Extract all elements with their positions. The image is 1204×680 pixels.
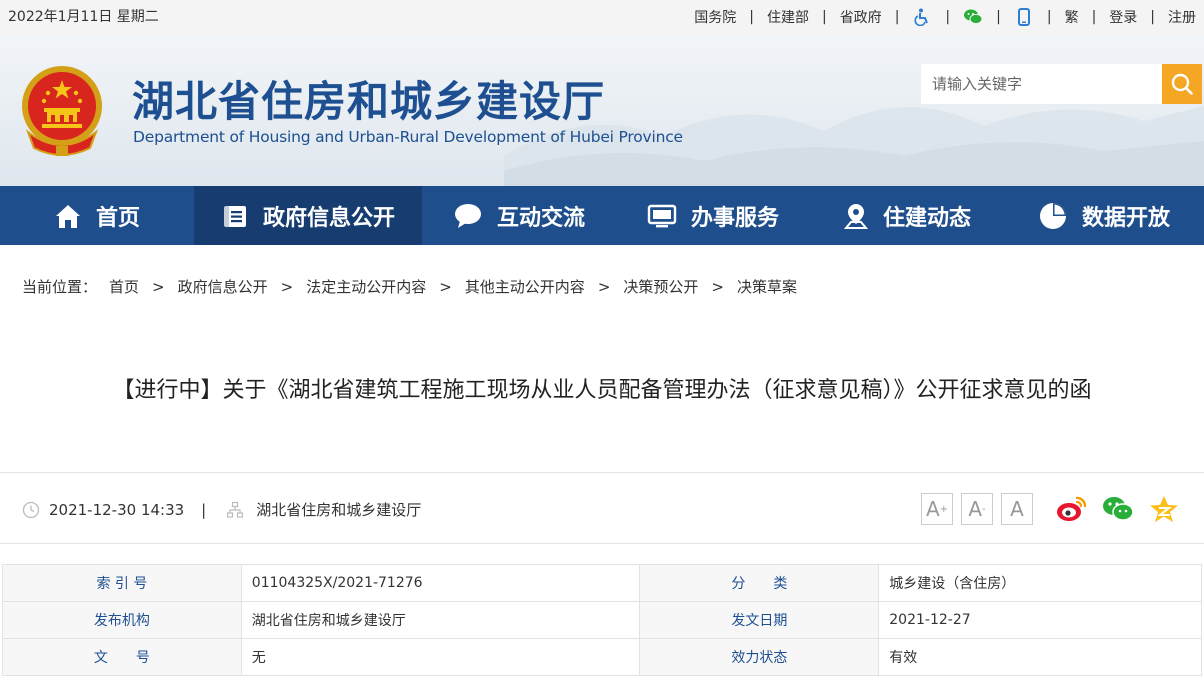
- mountain-background: [504, 106, 1204, 186]
- publisher-label: 发布机构: [2, 601, 242, 639]
- qzone-share-button[interactable]: [1148, 493, 1180, 525]
- issue-date-value: 2021-12-27: [878, 601, 1202, 639]
- breadcrumb-home[interactable]: 首页: [109, 276, 139, 297]
- link-state-council[interactable]: 国务院: [694, 7, 736, 27]
- publish-source: 湖北省住房和城乡建设厅: [256, 501, 422, 519]
- validity-label: 效力状态: [639, 638, 880, 676]
- table-row: 文 号 无 效力状态 有效: [2, 638, 1202, 676]
- font-reset-button[interactable]: A: [1001, 493, 1033, 525]
- top-bar: 2022年1月11日 星期二 国务院 | 住建部 | 省政府 | | | | 繁…: [0, 0, 1204, 36]
- divider: |: [201, 500, 207, 519]
- breadcrumb: 当前位置： 首页 > 政府信息公开 > 法定主动公开内容 > 其他主动公开内容 …: [22, 276, 797, 297]
- accessibility-icon[interactable]: [912, 7, 932, 27]
- site-subtitle: Department of Housing and Urban-Rural De…: [133, 128, 683, 146]
- breadcrumb-separator: >: [597, 277, 611, 296]
- main-nav: 首页 政府信息公开 互动交流 办事服务 住建动态 数据开放: [0, 186, 1204, 245]
- breadcrumb-separator: >: [280, 277, 294, 296]
- font-decrease-button[interactable]: A-: [961, 493, 993, 525]
- search-box: [921, 64, 1162, 104]
- category-label: 分 类: [639, 564, 880, 602]
- index-number-value: 01104325X/2021-71276: [240, 564, 641, 602]
- divider: |: [894, 9, 900, 25]
- wechat-icon[interactable]: [963, 7, 983, 27]
- nav-label: 政府信息公开: [262, 205, 395, 231]
- index-number-label: 索 引 号: [2, 564, 242, 602]
- register-link[interactable]: 注册: [1168, 7, 1196, 27]
- wechat-icon: [1103, 497, 1134, 521]
- site-header: 湖北省住房和城乡建设厅 Department of Housing and Ur…: [0, 36, 1204, 186]
- breadcrumb-separator: >: [152, 277, 165, 296]
- issue-date-label: 发文日期: [639, 601, 880, 639]
- divider: |: [749, 9, 754, 25]
- publish-info: 2021-12-30 14:33 | 湖北省住房和城乡建设厅: [22, 499, 421, 520]
- home-icon: [55, 204, 80, 228]
- mobile-icon[interactable]: [1014, 7, 1034, 27]
- nav-home[interactable]: 首页: [0, 186, 194, 245]
- search-input[interactable]: [921, 64, 1162, 104]
- location-pin-icon: [843, 203, 869, 229]
- doc-number-label: 文 号: [2, 638, 242, 676]
- breadcrumb-separator: >: [711, 277, 724, 296]
- nav-label: 首页: [95, 205, 140, 231]
- breadcrumb-other[interactable]: 其他主动公开内容: [465, 276, 585, 297]
- divider: |: [996, 9, 1001, 25]
- login-link[interactable]: 登录: [1109, 7, 1137, 27]
- weibo-icon: [1057, 496, 1087, 521]
- pie-chart-icon: [1039, 202, 1066, 229]
- divider: |: [945, 9, 951, 25]
- current-date: 2022年1月11日 星期二: [8, 9, 159, 25]
- font-increase-button[interactable]: A +: [921, 493, 953, 525]
- article-title: 【进行中】关于《湖北省建筑工程施工现场从业人员配备管理办法（征求意见稿）》公开征…: [112, 378, 1092, 403]
- wechat-share-button[interactable]: [1102, 493, 1134, 525]
- link-mohurd[interactable]: 住建部: [767, 7, 809, 27]
- publish-datetime: 2021-12-30 14:33: [49, 500, 185, 519]
- traditional-chinese-link[interactable]: 繁: [1065, 7, 1079, 27]
- nav-interaction[interactable]: 互动交流: [422, 186, 616, 245]
- breadcrumb-prefix: 当前位置：: [22, 278, 98, 296]
- chat-bubble-icon: [454, 203, 481, 228]
- divider: |: [1046, 9, 1052, 25]
- validity-value: 有效: [878, 638, 1202, 676]
- weibo-share-button[interactable]: [1056, 493, 1088, 525]
- divider: |: [821, 9, 827, 25]
- nav-label: 办事服务: [690, 205, 779, 231]
- divider: |: [1150, 9, 1155, 25]
- nav-gov-info[interactable]: 政府信息公开: [194, 186, 422, 245]
- nav-open-data[interactable]: 数据开放: [1004, 186, 1204, 245]
- breadcrumb-decision[interactable]: 决策预公开: [623, 276, 698, 297]
- article-meta-bar: 2021-12-30 14:33 | 湖北省住房和城乡建设厅 A + A- A: [0, 472, 1204, 544]
- breadcrumb-gov-info[interactable]: 政府信息公开: [178, 276, 268, 297]
- nav-label: 互动交流: [496, 205, 585, 231]
- site-title: 湖北省住房和城乡建设厅: [132, 77, 606, 126]
- top-links: 国务院 | 住建部 | 省政府 | | | | 繁 | 登录 | 注册: [694, 0, 1196, 34]
- breadcrumb-separator: >: [439, 277, 452, 296]
- qzone-star-icon: [1150, 496, 1178, 522]
- nav-services[interactable]: 办事服务: [616, 186, 810, 245]
- breadcrumb-statutory[interactable]: 法定主动公开内容: [306, 276, 426, 297]
- clock-icon: [22, 501, 40, 518]
- divider: |: [1091, 9, 1097, 25]
- search-icon: [1171, 73, 1193, 95]
- search-button[interactable]: [1162, 64, 1202, 104]
- document-info-table: 索 引 号 01104325X/2021-71276 分 类 城乡建设（含住房）…: [2, 564, 1202, 676]
- nav-label: 住建动态: [882, 205, 971, 231]
- nav-news[interactable]: 住建动态: [810, 186, 1004, 245]
- breadcrumb-draft[interactable]: 决策草案: [737, 276, 797, 297]
- publisher-value: 湖北省住房和城乡建设厅: [240, 601, 641, 639]
- doc-number-value: 无: [240, 638, 641, 676]
- organization-icon: [227, 501, 244, 518]
- link-provincial-gov[interactable]: 省政府: [840, 7, 882, 27]
- table-row: 发布机构 湖北省住房和城乡建设厅 发文日期 2021-12-27: [2, 601, 1202, 639]
- nav-label: 数据开放: [1081, 205, 1170, 231]
- national-emblem-icon[interactable]: [18, 62, 106, 158]
- monitor-icon: [647, 204, 677, 227]
- table-row: 索 引 号 01104325X/2021-71276 分 类 城乡建设（含住房）: [2, 564, 1202, 602]
- category-value: 城乡建设（含住房）: [878, 564, 1202, 602]
- document-list-icon: [223, 205, 246, 227]
